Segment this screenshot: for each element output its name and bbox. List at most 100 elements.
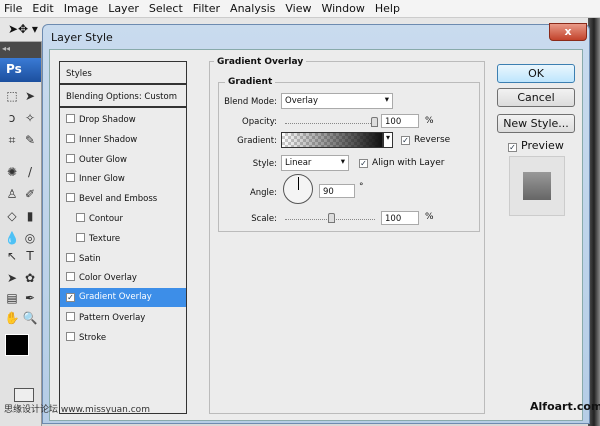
opacity-input[interactable]: 100 xyxy=(381,114,419,128)
menu-edit[interactable]: Edit xyxy=(28,0,59,17)
gradient-group: Gradient Blend Mode: Overlay ▾ Opacity: 1… xyxy=(218,77,480,232)
panel-collapse-icon[interactable]: ◂◂ xyxy=(0,42,41,58)
style-item-drop-shadow[interactable]: Drop Shadow xyxy=(60,110,186,129)
checkbox[interactable] xyxy=(66,331,75,341)
watermark-right: Alfoart.com xyxy=(530,400,600,413)
marquee-tool-icon[interactable]: ⬚ xyxy=(4,88,20,104)
style-item-label: Inner Glow xyxy=(79,174,125,185)
move-tool-icon[interactable]: ➤ xyxy=(22,88,38,104)
history-brush-icon[interactable]: ✐ xyxy=(22,186,38,202)
menu-layer[interactable]: Layer xyxy=(104,0,145,17)
pen-tool-icon[interactable]: ↖ xyxy=(4,248,20,264)
style-item-inner-shadow[interactable]: Inner Shadow xyxy=(60,130,186,149)
angle-label: Angle: xyxy=(249,188,277,198)
shape-tool-icon[interactable]: ✿ xyxy=(22,270,38,286)
checkbox[interactable] xyxy=(76,232,85,242)
angle-dial[interactable] xyxy=(283,174,313,204)
menu-window[interactable]: Window xyxy=(317,0,370,17)
menu-view[interactable]: View xyxy=(281,0,317,17)
path-select-icon[interactable]: ➤ xyxy=(4,270,20,286)
preview-checkbox[interactable]: ✓ Preview xyxy=(508,139,564,152)
menu-analysis[interactable]: Analysis xyxy=(226,0,281,17)
watermark-left: 思缘设计论坛 www.missyuan.com xyxy=(4,405,150,415)
gradient-picker[interactable] xyxy=(281,132,383,148)
checkbox[interactable] xyxy=(66,252,75,262)
menu-image[interactable]: Image xyxy=(60,0,104,17)
opacity-slider-thumb[interactable] xyxy=(371,117,378,127)
zoom-tool-icon[interactable]: 🔍 xyxy=(22,310,38,326)
reverse-checkbox[interactable]: ✓ Reverse xyxy=(401,135,450,145)
reverse-label: Reverse xyxy=(414,135,451,145)
angle-input[interactable]: 90 xyxy=(319,184,355,198)
move-tool-icon[interactable]: ➤✥ ▾ xyxy=(8,22,38,36)
checkbox[interactable] xyxy=(66,173,75,183)
checkbox[interactable] xyxy=(66,272,75,282)
preview-thumbnail xyxy=(509,156,565,216)
checkbox[interactable] xyxy=(66,133,75,143)
menu-file[interactable]: File xyxy=(0,0,28,17)
checkbox[interactable] xyxy=(66,193,75,203)
style-item-satin[interactable]: Satin xyxy=(60,249,186,268)
crop-tool-icon[interactable]: ⌗ xyxy=(4,132,20,148)
type-tool-icon[interactable]: T xyxy=(22,248,38,264)
blending-options-item[interactable]: Blending Options: Custom xyxy=(60,87,186,108)
hand-tool-icon[interactable]: ✋ xyxy=(4,310,20,326)
slice-tool-icon[interactable]: ✎ xyxy=(22,132,38,148)
checkbox[interactable] xyxy=(66,114,75,123)
new-style-button[interactable]: New Style... xyxy=(497,114,575,133)
style-item-gradient-overlay[interactable]: ✓ Gradient Overlay xyxy=(60,288,186,308)
foreground-color-swatch[interactable] xyxy=(5,334,29,356)
gradient-tool-icon[interactable]: ▮ xyxy=(22,208,38,224)
style-item-texture[interactable]: Texture xyxy=(60,229,186,248)
style-item-stroke[interactable]: Stroke xyxy=(60,328,186,347)
healing-tool-icon[interactable]: ✺ xyxy=(4,164,20,180)
style-item-label: Stroke xyxy=(79,332,107,343)
checkbox[interactable] xyxy=(66,312,75,321)
menu-help[interactable]: Help xyxy=(371,0,406,17)
scale-label: Scale: xyxy=(251,214,277,224)
blur-tool-icon[interactable]: 💧 xyxy=(4,230,20,246)
ok-button[interactable]: OK xyxy=(497,64,575,83)
dodge-tool-icon[interactable]: ◎ xyxy=(22,230,38,246)
menu-bar: File Edit Image Layer Select Filter Anal… xyxy=(0,0,600,18)
style-item-label: Bevel and Emboss xyxy=(79,194,158,205)
scale-slider-thumb[interactable] xyxy=(328,213,335,223)
magic-wand-icon[interactable]: ✧ xyxy=(22,110,38,126)
align-with-layer-checkbox[interactable]: ✓ Align with Layer xyxy=(359,158,444,168)
notes-tool-icon[interactable]: ▤ xyxy=(4,290,20,306)
angle-needle xyxy=(298,177,299,190)
stamp-tool-icon[interactable]: ♙ xyxy=(4,186,20,202)
cancel-button[interactable]: Cancel xyxy=(497,88,575,107)
title-bar[interactable]: Layer Style x xyxy=(43,23,589,49)
quick-mask-icon[interactable] xyxy=(14,388,34,402)
style-item-inner-glow[interactable]: Inner Glow xyxy=(60,169,186,188)
gradient-dropdown-icon[interactable]: ▾ xyxy=(383,132,393,148)
opacity-slider[interactable] xyxy=(285,123,375,124)
lasso-tool-icon[interactable]: ↄ xyxy=(4,110,20,126)
checkmark-icon: ✓ xyxy=(359,159,368,168)
style-item-label: Contour xyxy=(89,214,123,224)
checkbox[interactable]: ✓ xyxy=(66,293,75,303)
style-item-contour[interactable]: Contour xyxy=(60,209,186,228)
style-item-label: Satin xyxy=(79,253,101,264)
scale-input[interactable]: 100 xyxy=(381,211,419,225)
close-button[interactable]: x xyxy=(549,23,587,41)
style-item-color-overlay[interactable]: Color Overlay xyxy=(60,268,186,287)
styles-item[interactable]: Styles xyxy=(60,62,186,85)
menu-select[interactable]: Select xyxy=(145,0,189,17)
menu-filter[interactable]: Filter xyxy=(189,0,226,17)
style-select[interactable]: Linear ▾ xyxy=(281,155,349,171)
eraser-tool-icon[interactable]: ◇ xyxy=(4,208,20,224)
align-label: Align with Layer xyxy=(372,158,445,168)
blend-mode-select[interactable]: Overlay ▾ xyxy=(281,93,393,109)
checkbox[interactable] xyxy=(66,153,75,163)
brush-tool-icon[interactable]: / xyxy=(22,164,38,180)
ps-logo: Ps xyxy=(0,58,41,82)
style-item-pattern-overlay[interactable]: Pattern Overlay xyxy=(60,308,186,327)
checkbox[interactable] xyxy=(76,213,85,222)
style-item-outer-glow[interactable]: Outer Glow xyxy=(60,150,186,169)
style-item-bevel-and-emboss[interactable]: Bevel and Emboss xyxy=(60,189,186,208)
chevron-down-icon: ▾ xyxy=(340,157,345,167)
opacity-unit: % xyxy=(425,116,434,126)
eyedropper-icon[interactable]: ✒ xyxy=(22,290,38,306)
